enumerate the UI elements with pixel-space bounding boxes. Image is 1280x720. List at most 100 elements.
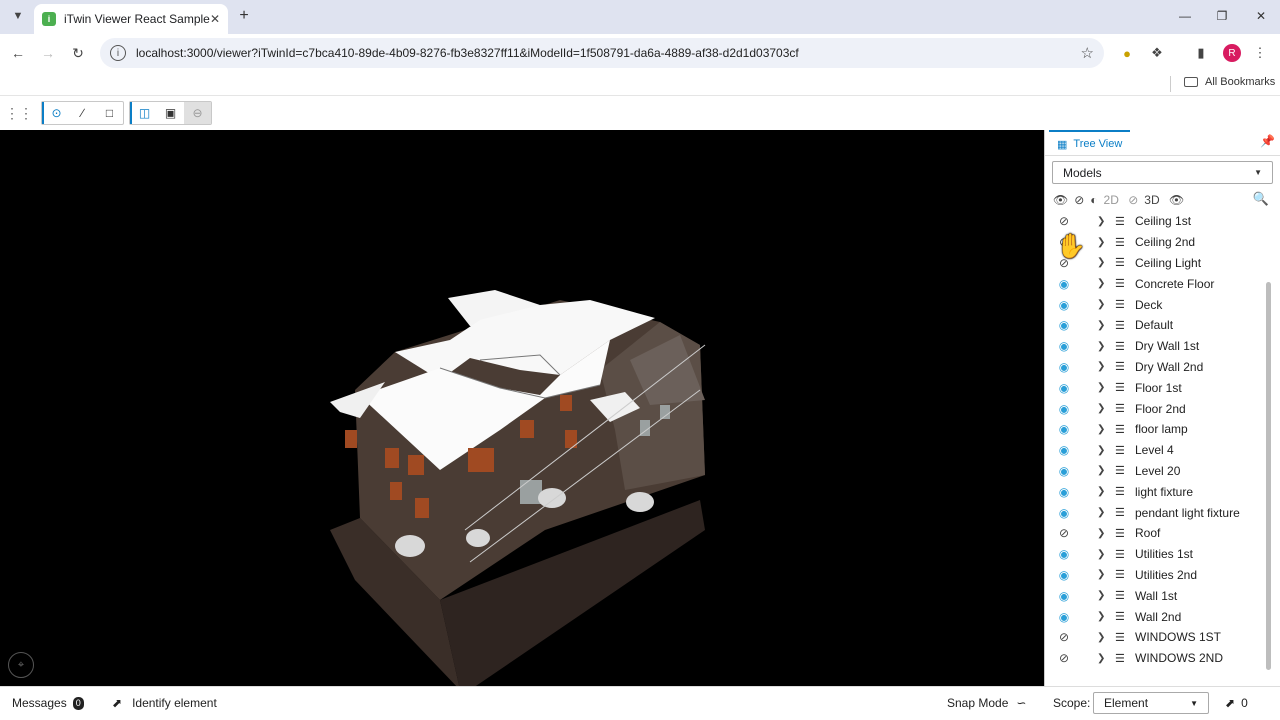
select-tool-icon[interactable]: ⊙ [42, 102, 69, 124]
visibility-eye-icon[interactable]: ◉ [1057, 381, 1071, 395]
reload-icon[interactable]: ↻ [68, 43, 88, 63]
snap-mode-button[interactable]: Snap Mode ∽ [947, 696, 1026, 710]
tree-node[interactable]: ◉ ❯ ☰ Floor 1st [1045, 377, 1265, 398]
visibility-eye-icon[interactable]: ◉ [1057, 485, 1071, 499]
maximize-icon[interactable]: ❐ [1207, 6, 1237, 26]
isolate-icon[interactable]: ▣ [157, 102, 184, 124]
identify-element-tool[interactable]: ⬈ Identify element [112, 696, 217, 710]
building-model[interactable] [0, 130, 1044, 686]
tree-node[interactable]: ◉ ❯ ☰ Floor 2nd [1045, 398, 1265, 419]
pin-icon[interactable]: 📌 [1260, 134, 1275, 148]
expand-chevron-icon[interactable]: ❯ [1097, 549, 1107, 560]
visibility-eye-icon[interactable]: ◉ [1057, 402, 1071, 416]
tree-node[interactable]: ◉ ❯ ☰ Wall 2nd [1045, 606, 1265, 627]
hidden-eye-icon[interactable]: ⊘ [1057, 526, 1071, 540]
close-tab-icon[interactable]: ✕ [210, 12, 220, 26]
visibility-eye-icon[interactable]: ◉ [1057, 443, 1071, 457]
visibility-eye-icon[interactable]: ◉ [1057, 318, 1071, 332]
expand-chevron-icon[interactable]: ❯ [1097, 320, 1107, 331]
visibility-eye-icon[interactable]: ◉ [1057, 464, 1071, 478]
browser-menu-icon[interactable]: ⋮ [1250, 43, 1270, 63]
browser-tab[interactable]: i iTwin Viewer React Sample ✕ [34, 4, 228, 34]
expand-chevron-icon[interactable]: ❯ [1097, 632, 1107, 643]
expand-chevron-icon[interactable]: ❯ [1097, 507, 1107, 518]
messages-button[interactable]: Messages 0 [12, 696, 84, 710]
section-tool-icon[interactable]: ◫ [130, 102, 157, 124]
hide-all-eye-icon[interactable]: ⊘ [1074, 193, 1084, 207]
tree-node[interactable]: ⊘ ❯ ☰ Roof [1045, 523, 1265, 544]
visibility-eye-icon[interactable]: ◉ [1057, 277, 1071, 291]
visibility-eye-icon[interactable]: ◉ [1057, 422, 1071, 436]
3d-viewport[interactable]: ⌖ [0, 130, 1044, 686]
expand-chevron-icon[interactable]: ❯ [1097, 299, 1107, 310]
visibility-eye-icon[interactable]: ◉ [1057, 610, 1071, 624]
expand-chevron-icon[interactable]: ❯ [1097, 237, 1107, 248]
tree-node[interactable]: ⊘ ❯ ☰ Ceiling 1st [1045, 211, 1265, 232]
tree-node[interactable]: ◉ ❯ ☰ Level 20 [1045, 461, 1265, 482]
new-tab-icon[interactable]: + [234, 6, 254, 26]
expand-chevron-icon[interactable]: ❯ [1097, 341, 1107, 352]
visibility-eye-icon[interactable]: ◉ [1057, 547, 1071, 561]
hidden-eye-icon[interactable]: ⊘ [1057, 630, 1071, 644]
toggle-3d-button[interactable]: 3D 👁 [1144, 193, 1184, 207]
tree-node[interactable]: ◉ ❯ ☰ Level 4 [1045, 440, 1265, 461]
tree-node[interactable]: ◉ ❯ ☰ floor lamp [1045, 419, 1265, 440]
visibility-eye-icon[interactable]: ◉ [1057, 568, 1071, 582]
compass-icon[interactable]: ⌖ [8, 652, 34, 678]
hidden-eye-icon[interactable]: ⊘ [1057, 214, 1071, 228]
tree-node[interactable]: ◉ ❯ ☰ Dry Wall 2nd [1045, 357, 1265, 378]
expand-chevron-icon[interactable]: ❯ [1097, 403, 1107, 414]
expand-chevron-icon[interactable]: ❯ [1097, 590, 1107, 601]
expand-chevron-icon[interactable]: ❯ [1097, 569, 1107, 580]
tree-node[interactable]: ◉ ❯ ☰ Concrete Floor [1045, 273, 1265, 294]
selection-count-button[interactable]: ⬈ 0 [1225, 696, 1248, 710]
close-window-icon[interactable]: ✕ [1246, 6, 1276, 26]
minimize-icon[interactable]: — [1170, 6, 1200, 26]
site-info-icon[interactable]: i [110, 45, 126, 61]
tree-node[interactable]: ◉ ❯ ☰ light fixture [1045, 481, 1265, 502]
tree-node[interactable]: ⊘ ❯ ☰ WINDOWS 1ST [1045, 627, 1265, 648]
extension-icon[interactable]: ● [1117, 43, 1137, 63]
extensions-puzzle-icon[interactable]: ❖ [1147, 43, 1167, 63]
expand-chevron-icon[interactable]: ❯ [1097, 361, 1107, 372]
visibility-eye-icon[interactable]: ◉ [1057, 298, 1071, 312]
expand-chevron-icon[interactable]: ❯ [1097, 445, 1107, 456]
tree-node[interactable]: ⊘ ❯ ☰ Ceiling 2nd [1045, 232, 1265, 253]
toolbar-grip-icon[interactable]: ⋮⋮ [5, 105, 33, 121]
clear-icon[interactable]: ⊖ [184, 102, 211, 124]
expand-chevron-icon[interactable]: ❯ [1097, 278, 1107, 289]
expand-chevron-icon[interactable]: ❯ [1097, 486, 1107, 497]
tree-node[interactable]: ◉ ❯ ☰ Utilities 1st [1045, 544, 1265, 565]
scope-select[interactable]: Element ▼ [1093, 692, 1209, 714]
invert-visibility-icon[interactable]: ◐ [1090, 193, 1097, 207]
tree-node[interactable]: ◉ ❯ ☰ Utilities 2nd [1045, 565, 1265, 586]
expand-chevron-icon[interactable]: ❯ [1097, 257, 1107, 268]
tree-node[interactable]: ◉ ❯ ☰ pendant light fixture [1045, 502, 1265, 523]
tree-type-select[interactable]: Models ▼ [1052, 161, 1273, 184]
expand-chevron-icon[interactable]: ❯ [1097, 216, 1107, 227]
expand-chevron-icon[interactable]: ❯ [1097, 528, 1107, 539]
bookmark-star-icon[interactable]: ☆ [1081, 44, 1094, 62]
measure-area-icon[interactable]: □ [96, 102, 123, 124]
hidden-eye-icon[interactable]: ⊘ [1057, 651, 1071, 665]
tree-node[interactable]: ◉ ❯ ☰ Wall 1st [1045, 585, 1265, 606]
expand-chevron-icon[interactable]: ❯ [1097, 465, 1107, 476]
toggle-2d-button[interactable]: 2D ⊘ [1104, 193, 1139, 207]
address-bar[interactable]: i localhost:3000/viewer?iTwinId=c7bca410… [100, 38, 1104, 68]
forward-icon[interactable]: → [38, 43, 58, 63]
hidden-eye-icon[interactable]: ⊘ [1057, 235, 1071, 249]
expand-chevron-icon[interactable]: ❯ [1097, 611, 1107, 622]
visibility-eye-icon[interactable]: ◉ [1057, 339, 1071, 353]
tree-node[interactable]: ⊘ ❯ ☰ WINDOWS 2ND [1045, 648, 1265, 669]
all-bookmarks-button[interactable]: All Bookmarks [1184, 76, 1275, 88]
tree-node[interactable]: ◉ ❯ ☰ Default [1045, 315, 1265, 336]
side-panel-icon[interactable]: ▮ [1191, 43, 1211, 63]
expand-chevron-icon[interactable]: ❯ [1097, 653, 1107, 664]
tab-search-chevron-icon[interactable]: ▼ [8, 6, 28, 26]
hidden-eye-icon[interactable]: ⊘ [1057, 256, 1071, 270]
tree-node[interactable]: ⊘ ❯ ☰ Ceiling Light [1045, 253, 1265, 274]
search-icon[interactable]: 🔍 [1253, 191, 1269, 207]
tree-scrollbar[interactable] [1266, 282, 1271, 670]
show-all-eye-icon[interactable]: 👁 [1053, 193, 1068, 207]
profile-avatar[interactable]: R [1223, 44, 1241, 62]
